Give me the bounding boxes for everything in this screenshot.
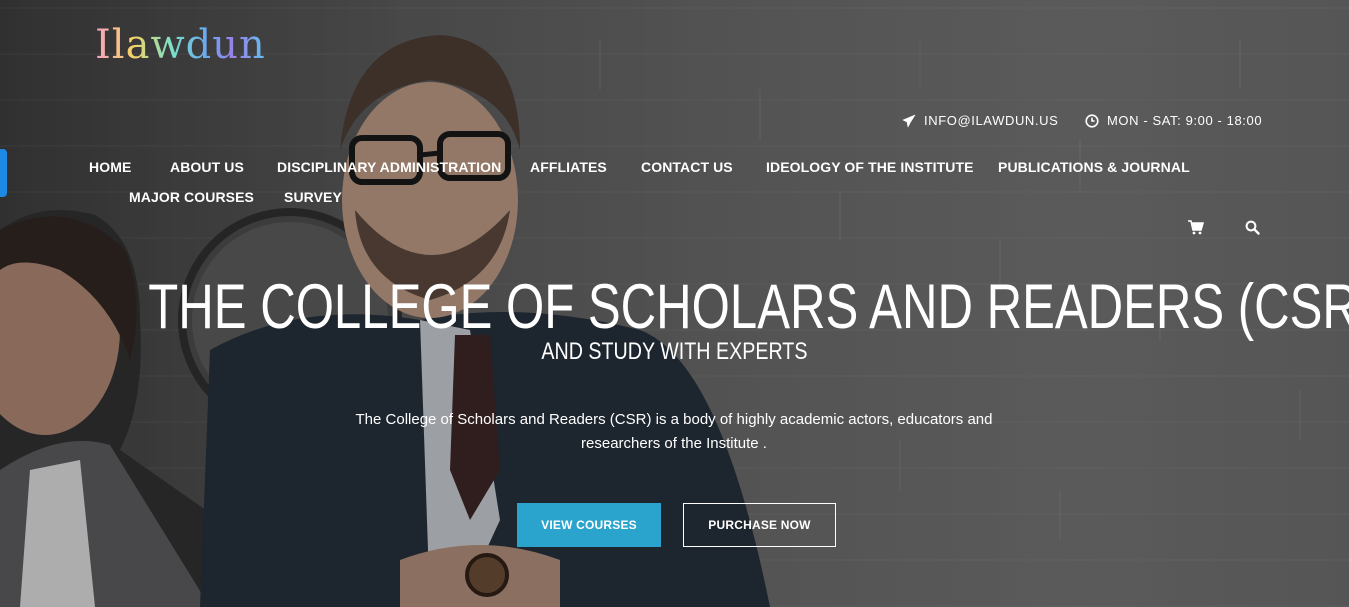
hero-subtitle: AND STUDY WITH EXPERTS [541,338,808,365]
nav-major-courses[interactable]: MAJOR COURSES [129,189,254,205]
hours-text: MON - SAT: 9:00 - 18:00 [1107,113,1263,128]
nav-publications-journal[interactable]: PUBLICATIONS & JOURNAL [998,159,1190,175]
nav-home[interactable]: HOME [89,159,131,175]
purchase-now-button[interactable]: PURCHASE NOW [683,503,836,547]
site-logo[interactable]: Ilawdun [95,20,266,70]
nav-affliates[interactable]: AFFLIATES [530,159,607,175]
side-panel-tab[interactable] [0,149,7,197]
nav-ideology[interactable]: IDEOLOGY OF THE INSTITUTE [766,159,974,175]
hero-description: The College of Scholars and Readers (CSR… [355,411,993,452]
topbar-hours: MON - SAT: 9:00 - 18:00 [1085,113,1262,128]
clock-icon [1085,113,1099,128]
email-text: INFO@ILAWDUN.US [924,113,1059,128]
cart-icon[interactable] [1188,220,1205,240]
nav-survey[interactable]: SURVEY [284,189,342,205]
nav-contact-us[interactable]: CONTACT US [641,159,733,175]
search-icon[interactable] [1245,220,1260,240]
nav-disciplinary-administration[interactable]: DISCIPLINARY ADMINISTRATION [277,159,501,175]
paper-plane-icon [902,114,916,128]
view-courses-button[interactable]: VIEW COURSES [517,503,661,547]
hero-title: THE COLLEGE OF SCHOLARS AND READERS (CSR… [148,272,1349,342]
nav-about-us[interactable]: ABOUT US [170,159,244,175]
topbar-email[interactable]: INFO@ILAWDUN.US [902,113,1058,128]
